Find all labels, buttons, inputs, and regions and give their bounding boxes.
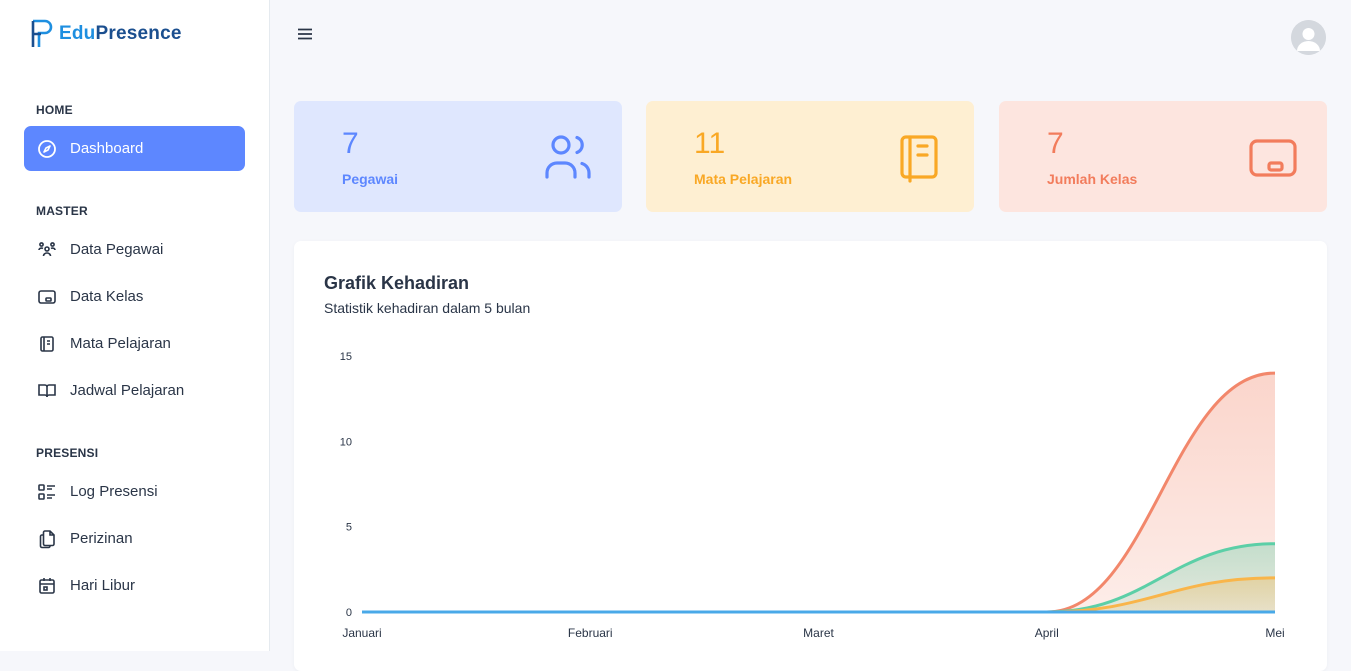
sidebar-item-data-kelas[interactable]: Data Kelas [24, 274, 245, 319]
x-tick-label: Maret [803, 626, 834, 640]
sidebar-item-label: Perizinan [70, 530, 133, 547]
sidebar-item-label: Data Kelas [70, 288, 144, 305]
stat-card-pegawai[interactable]: 7 Pegawai [294, 101, 622, 212]
chalkboard-icon [36, 286, 58, 308]
stat-card-mata-pelajaran[interactable]: 11 Mata Pelajaran [646, 101, 974, 212]
user-avatar-icon[interactable] [1291, 20, 1326, 55]
stat-label: Jumlah Kelas [1047, 171, 1138, 187]
y-tick-label: 0 [346, 607, 352, 619]
x-tick-label: Februari [568, 626, 613, 640]
users-group-icon [36, 239, 58, 261]
stat-label: Mata Pelajaran [694, 171, 793, 187]
sidebar-item-jadwal-pelajaran[interactable]: Jadwal Pelajaran [24, 368, 245, 413]
brand-name: EduPresence [59, 23, 182, 45]
menu-icon[interactable] [297, 26, 313, 42]
notebook-icon [894, 131, 946, 183]
sidebar-item-label: Data Pegawai [70, 241, 164, 258]
topbar [270, 0, 1351, 72]
book-open-icon [36, 380, 58, 402]
attendance-area-chart: 15 10 5 0 Januari Februari Maret April Mei [340, 351, 1285, 640]
notebook-icon [36, 333, 58, 355]
y-tick-label: 10 [340, 436, 352, 448]
stat-label: Pegawai [342, 171, 399, 187]
sidebar-item-label: Hari Libur [70, 577, 136, 594]
sidebar: EduPresence HOME Dashboard MASTER Data P… [0, 0, 270, 651]
attendance-chart-card: Grafik Kehadiran Statistik kehadiran dal… [294, 241, 1327, 671]
series-area [362, 373, 1275, 612]
list-details-icon [36, 481, 58, 503]
sidebar-item-mata-pelajaran[interactable]: Mata Pelajaran [24, 321, 245, 366]
stat-value: 7 [1047, 127, 1064, 160]
section-title-master: MASTER [36, 204, 88, 218]
sidebar-item-log-presensi[interactable]: Log Presensi [24, 469, 245, 514]
x-tick-label: Januari [342, 626, 381, 640]
stat-value: 7 [342, 127, 359, 160]
section-title-presensi: PRESENSI [36, 446, 99, 460]
stat-value: 11 [694, 127, 726, 160]
chalkboard-icon [1247, 131, 1299, 183]
sidebar-item-label: Log Presensi [70, 483, 158, 500]
x-tick-label: April [1035, 626, 1059, 640]
calendar-icon [36, 575, 58, 597]
sidebar-item-perizinan[interactable]: Perizinan [24, 516, 245, 561]
stat-card-jumlah-kelas[interactable]: 7 Jumlah Kelas [999, 101, 1327, 212]
brand-name-part1: Edu [59, 23, 96, 44]
sidebar-item-hari-libur[interactable]: Hari Libur [24, 563, 245, 608]
brand-logo[interactable]: EduPresence [31, 19, 182, 49]
y-tick-label: 5 [346, 522, 352, 534]
section-title-home: HOME [36, 103, 73, 117]
sidebar-item-label: Mata Pelajaran [70, 335, 171, 352]
sidebar-item-label: Jadwal Pelajaran [70, 382, 185, 399]
sidebar-item-dashboard[interactable]: Dashboard [24, 126, 245, 171]
files-icon [36, 528, 58, 550]
users-icon [542, 131, 594, 183]
edupresence-logo-icon [31, 19, 53, 47]
compass-icon [36, 138, 58, 160]
sidebar-item-data-pegawai[interactable]: Data Pegawai [24, 227, 245, 272]
y-tick-label: 15 [340, 351, 352, 363]
x-tick-label: Mei [1265, 626, 1284, 640]
brand-name-part2: Presence [95, 23, 182, 44]
sidebar-item-label: Dashboard [70, 140, 144, 157]
